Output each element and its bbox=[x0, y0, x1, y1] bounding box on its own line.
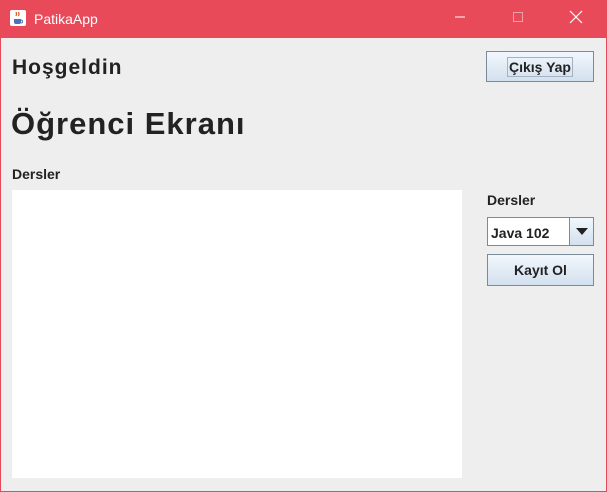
welcome-label: Hoşgeldin bbox=[12, 56, 123, 79]
window-title: PatikaApp bbox=[34, 11, 98, 27]
title-bar[interactable]: PatikaApp bbox=[1, 0, 607, 38]
minimize-button[interactable] bbox=[437, 0, 483, 38]
course-select-value: Java 102 bbox=[491, 225, 550, 241]
logout-button-label: Çıkış Yap bbox=[506, 56, 573, 77]
courses-list[interactable] bbox=[12, 190, 462, 478]
course-select-label: Dersler bbox=[487, 192, 536, 208]
logout-button[interactable]: Çıkış Yap bbox=[486, 51, 594, 82]
minimize-icon bbox=[454, 10, 466, 28]
course-select-arrow[interactable] bbox=[569, 218, 593, 245]
maximize-icon bbox=[512, 10, 524, 28]
maximize-button[interactable] bbox=[495, 0, 541, 38]
course-select[interactable]: Java 102 bbox=[487, 217, 594, 246]
page-title: Öğrenci Ekranı bbox=[11, 106, 246, 141]
close-button[interactable] bbox=[553, 0, 599, 38]
java-cup-icon bbox=[10, 10, 26, 26]
courses-list-label: Dersler bbox=[12, 166, 61, 182]
app-window: PatikaApp Hoşgeldin Çıkış Yap Öğrenci Ek… bbox=[0, 0, 607, 492]
close-icon bbox=[569, 10, 583, 29]
chevron-down-icon bbox=[575, 223, 588, 241]
enroll-button[interactable]: Kayıt Ol bbox=[487, 254, 594, 286]
